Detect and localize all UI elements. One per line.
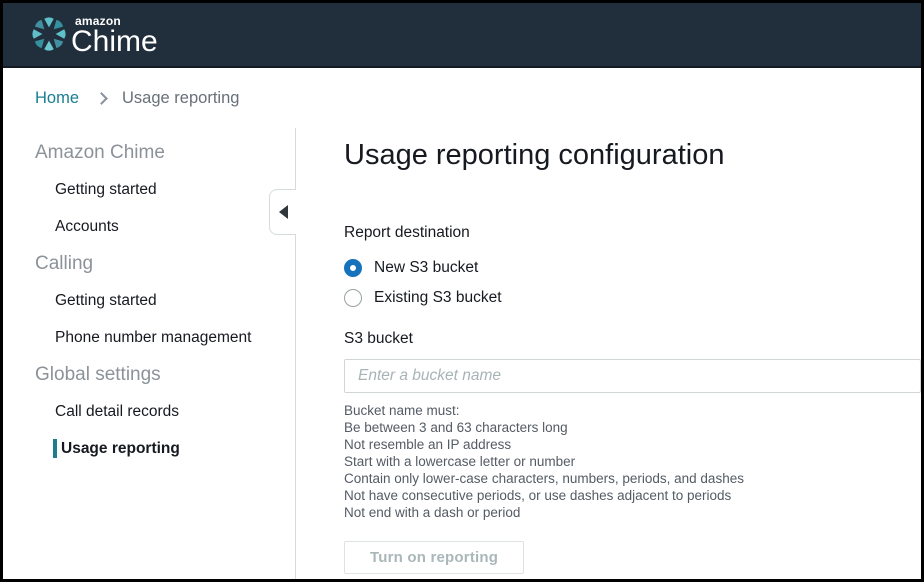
breadcrumb: Home Usage reporting bbox=[3, 68, 921, 128]
sidebar-section-amazon-chime: Amazon Chime bbox=[3, 134, 295, 171]
collapse-left-arrow-icon bbox=[279, 205, 288, 219]
sidebar-section-global-settings: Global settings bbox=[3, 356, 295, 393]
requirement-line: Be between 3 and 63 characters long bbox=[344, 419, 921, 436]
sidebar-item-getting-started[interactable]: Getting started bbox=[3, 171, 295, 208]
chime-console-window: amazon Chime Home Usage reporting Amazon… bbox=[0, 0, 924, 582]
chime-pinwheel-icon bbox=[30, 15, 68, 53]
requirement-line: Not resemble an IP address bbox=[344, 436, 921, 453]
requirement-line: Contain only lower-case characters, numb… bbox=[344, 470, 921, 487]
sidebar-item-calling-getting-started[interactable]: Getting started bbox=[3, 282, 295, 319]
sidebar-item-usage-reporting[interactable]: Usage reporting bbox=[3, 430, 295, 467]
radio-unselected-icon[interactable] bbox=[344, 289, 362, 307]
breadcrumb-chevron-icon bbox=[95, 92, 108, 105]
report-destination-label: Report destination bbox=[344, 224, 921, 242]
report-destination-radio-group: New S3 bucket Existing S3 bucket bbox=[344, 253, 921, 313]
requirement-line: Not have consecutive periods, or use das… bbox=[344, 487, 921, 504]
sidebar-collapse-button[interactable] bbox=[269, 189, 296, 235]
requirement-line: Start with a lowercase letter or number bbox=[344, 453, 921, 470]
sidebar-section-calling: Calling bbox=[3, 245, 295, 282]
page-title: Usage reporting configuration bbox=[344, 136, 921, 174]
top-navbar: amazon Chime bbox=[3, 3, 921, 68]
main-content: Usage reporting configuration Report des… bbox=[296, 128, 921, 579]
s3-bucket-label: S3 bucket bbox=[344, 330, 921, 348]
bucket-name-requirements: Bucket name must: Be between 3 and 63 ch… bbox=[344, 402, 921, 521]
sidebar-item-accounts[interactable]: Accounts bbox=[3, 208, 295, 245]
breadcrumb-current-page: Usage reporting bbox=[122, 89, 239, 108]
radio-option-existing-s3-bucket[interactable]: Existing S3 bucket bbox=[344, 283, 921, 313]
breadcrumb-home-link[interactable]: Home bbox=[35, 89, 79, 108]
sidebar-item-phone-number-management[interactable]: Phone number management bbox=[3, 319, 295, 356]
requirement-line: Not end with a dash or period bbox=[344, 504, 921, 521]
chime-brand-logo[interactable]: amazon Chime bbox=[30, 13, 158, 57]
radio-selected-icon[interactable] bbox=[344, 259, 362, 277]
bucket-name-input[interactable] bbox=[344, 359, 921, 393]
brand-chime-label: Chime bbox=[71, 27, 158, 57]
active-item-indicator-bar bbox=[53, 439, 57, 458]
requirement-line: Bucket name must: bbox=[344, 402, 921, 419]
radio-option-new-s3-bucket[interactable]: New S3 bucket bbox=[344, 253, 921, 283]
sidebar-item-call-detail-records[interactable]: Call detail records bbox=[3, 393, 295, 430]
turn-on-reporting-button[interactable]: Turn on reporting bbox=[344, 541, 524, 574]
sidebar-nav: Amazon Chime Getting started Accounts Ca… bbox=[3, 128, 296, 579]
